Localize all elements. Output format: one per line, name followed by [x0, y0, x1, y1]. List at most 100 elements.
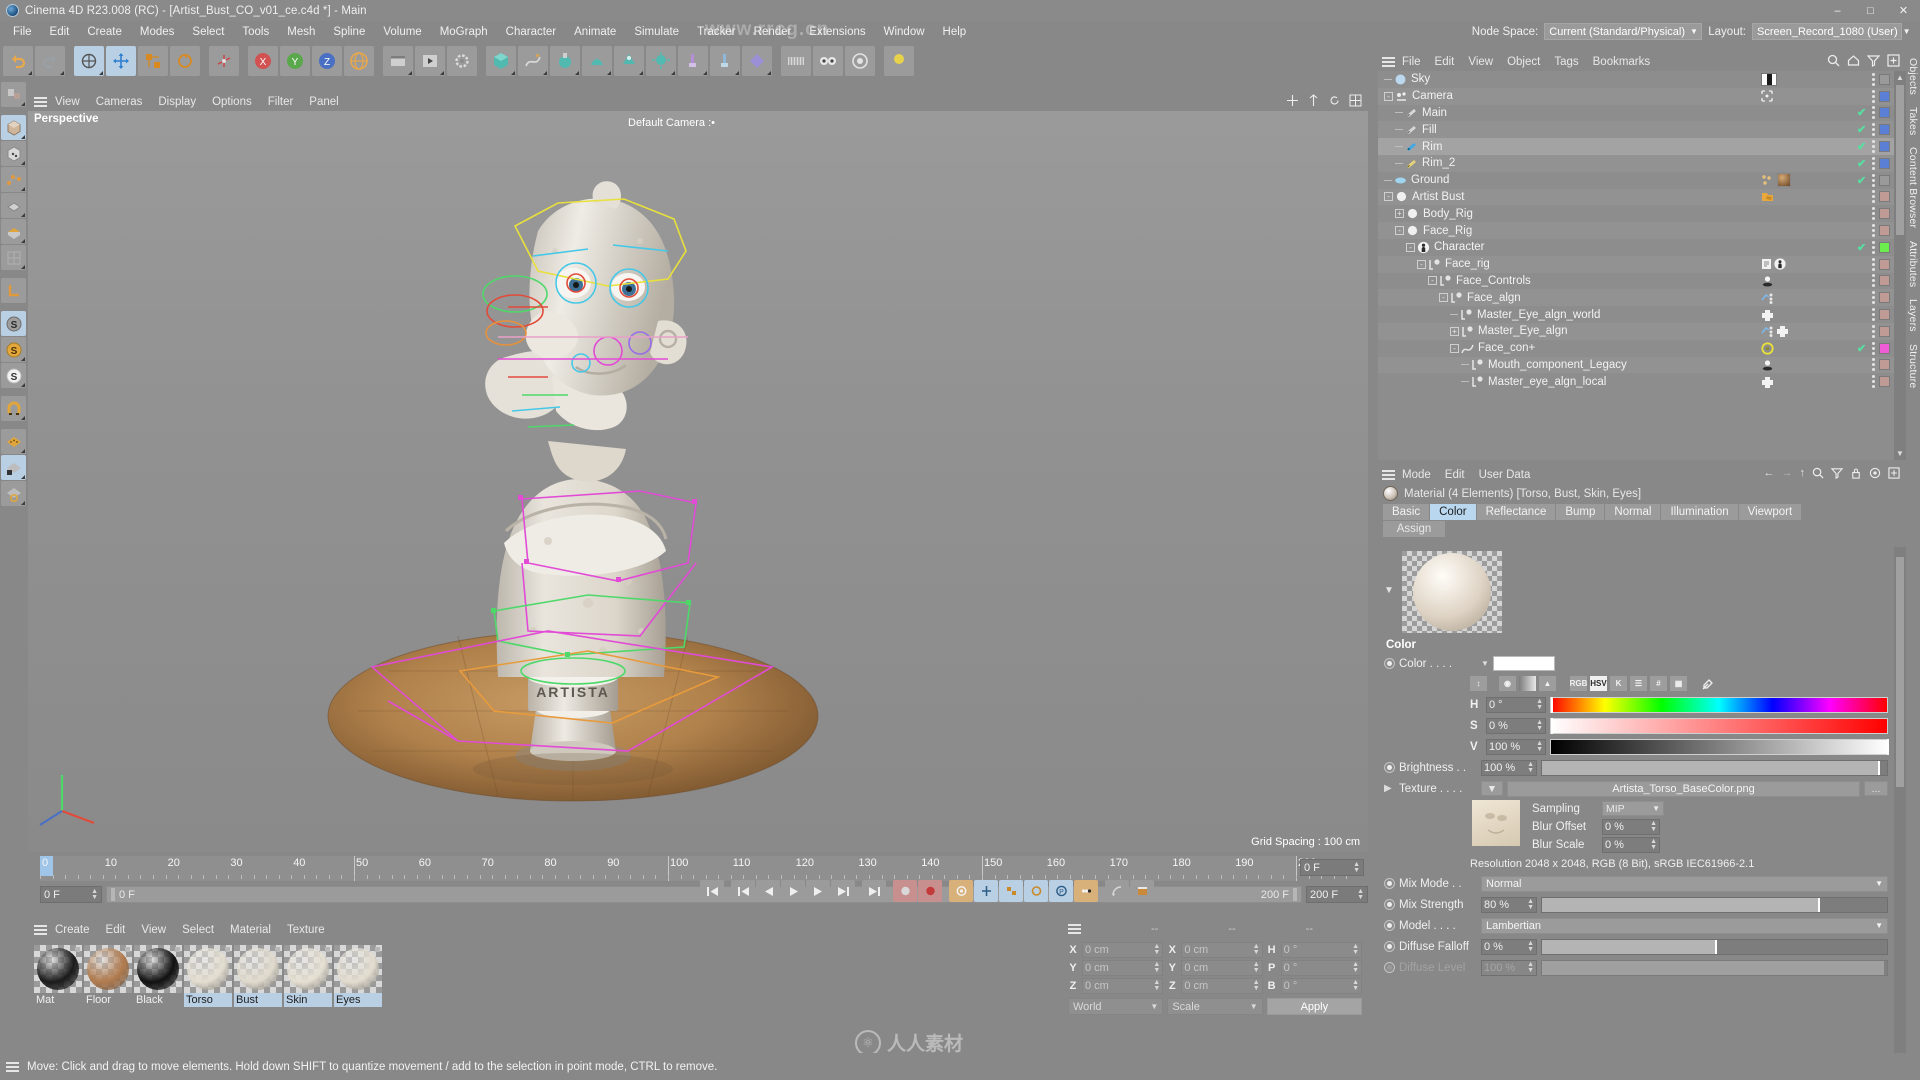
spinner-icon[interactable]: ▲ ▼: [1527, 761, 1534, 774]
layer-color-swatch[interactable]: [1879, 124, 1890, 136]
tree-expander[interactable]: -: [1384, 192, 1393, 202]
menu-item-create[interactable]: Create: [78, 24, 131, 40]
viewport-menu-item-view[interactable]: View: [47, 95, 88, 109]
object-tree-row[interactable]: Fill ✔: [1378, 121, 1894, 139]
move-viewport-icon[interactable]: [1286, 94, 1299, 107]
spinner-icon[interactable]: ▲ ▼: [1527, 898, 1534, 911]
menu-item-character[interactable]: Character: [497, 24, 566, 40]
hsv-field-h[interactable]: 0 ° ▲ ▼: [1486, 696, 1546, 713]
tree-expander[interactable]: -: [1439, 293, 1448, 303]
coord-field-size-y[interactable]: 0 cm ▲ ▼: [1181, 960, 1263, 976]
object-mode-button[interactable]: [1, 141, 26, 166]
color-mode-k[interactable]: K: [1610, 676, 1627, 691]
add-light-button[interactable]: [646, 46, 676, 76]
mix-strength-radio[interactable]: [1384, 899, 1395, 910]
material-swatch[interactable]: [184, 945, 232, 993]
axis-modify-button[interactable]: [1, 278, 26, 303]
menu-item-help[interactable]: Help: [934, 24, 976, 40]
expand-icon[interactable]: [1887, 54, 1900, 67]
object-tree-row[interactable]: Rim ✔: [1378, 138, 1894, 155]
material-swatch[interactable]: [284, 945, 332, 993]
layer-color-swatch[interactable]: [1879, 309, 1890, 321]
move-tool-button[interactable]: [106, 46, 136, 76]
workplane-reset-button[interactable]: [1, 481, 26, 506]
viewport-menu-hamburger-icon[interactable]: [34, 96, 47, 107]
con-tag-icon[interactable]: [1761, 292, 1774, 304]
keyframe-scale-button[interactable]: [999, 880, 1023, 902]
layer-color-swatch[interactable]: [1879, 359, 1890, 371]
layer-color-swatch[interactable]: [1879, 258, 1890, 270]
timeline-ruler[interactable]: 0 10 20 30 40 50 60 70 80 90 100 110 120 130 140 150 160…: [40, 856, 1348, 881]
visibility-dots-icon[interactable]: [1872, 123, 1875, 137]
material-swatch[interactable]: [34, 945, 82, 993]
add-floor-button[interactable]: [710, 46, 740, 76]
attribute-tab-illumination[interactable]: Illumination: [1661, 504, 1738, 520]
coord-field-rotation-h[interactable]: 0 ° ▲ ▼: [1280, 942, 1362, 958]
scrollbar-thumb[interactable]: [1896, 85, 1904, 235]
coord-field-position-z[interactable]: 0 cm ▲ ▼: [1082, 978, 1164, 994]
diffuse-falloff-radio[interactable]: [1384, 941, 1395, 952]
menu-item-edit[interactable]: Edit: [41, 24, 79, 40]
eyedropper-icon[interactable]: [1701, 677, 1715, 691]
spinner-icon[interactable]: ▲ ▼: [1253, 979, 1260, 992]
layer-color-swatch[interactable]: [1879, 191, 1890, 203]
spinner-icon[interactable]: ▲ ▼: [1536, 698, 1543, 711]
add-generator-button[interactable]: [550, 46, 580, 76]
visibility-dots-icon[interactable]: [1872, 341, 1875, 355]
pin-tag-icon[interactable]: [1761, 359, 1774, 371]
menu-item-modes[interactable]: Modes: [131, 24, 184, 40]
make-editable-button[interactable]: [1, 82, 26, 107]
spinner-icon[interactable]: ▲ ▼: [1353, 861, 1360, 874]
object-name[interactable]: Rim_2: [1422, 157, 1455, 169]
spinner-icon[interactable]: ▲ ▼: [1650, 820, 1657, 833]
simulation-mode-button[interactable]: [1130, 880, 1154, 902]
menu-item-simulate[interactable]: Simulate: [625, 24, 688, 40]
render-settings-button[interactable]: [447, 46, 477, 76]
object-tree-row[interactable]: - Face_rig: [1378, 255, 1894, 273]
material-menu-item-material[interactable]: Material: [222, 923, 279, 937]
menu-item-extensions[interactable]: Extensions: [800, 24, 874, 40]
coord-field-rotation-b[interactable]: 0 ° ▲ ▼: [1280, 978, 1362, 994]
object-tree-scrollbar[interactable]: ▲ ▼: [1894, 71, 1906, 460]
coord-field-size-z[interactable]: 0 cm ▲ ▼: [1181, 978, 1263, 994]
menu-item-render[interactable]: Render: [745, 24, 801, 40]
rotate-tool-button[interactable]: [170, 46, 200, 76]
prev-frame-button[interactable]: [756, 880, 780, 902]
visibility-dots-icon[interactable]: [1872, 358, 1875, 372]
dock-tab-takes[interactable]: Takes: [1906, 101, 1920, 141]
render-view-button[interactable]: [383, 46, 413, 76]
preview-collapse-icon[interactable]: ▼: [1384, 585, 1394, 596]
visibility-dots-icon[interactable]: [1872, 156, 1875, 170]
object-tree-row[interactable]: + Master_Eye_algn: [1378, 322, 1894, 340]
menu-item-window[interactable]: Window: [875, 24, 934, 40]
visibility-dots-icon[interactable]: [1872, 291, 1875, 305]
color-mode-swatches[interactable]: ▦: [1670, 676, 1687, 691]
diffuse-level-radio[interactable]: [1384, 962, 1395, 973]
axis-z-button[interactable]: Z: [312, 46, 342, 76]
spinner-icon[interactable]: ▲ ▼: [1153, 943, 1160, 956]
layer-color-swatch[interactable]: [1879, 174, 1890, 186]
sky-hdr-tag-icon[interactable]: [1761, 72, 1777, 86]
workplane-button[interactable]: [1, 429, 26, 454]
menu-item-file[interactable]: File: [4, 24, 41, 40]
forward-arrow-icon[interactable]: →: [1782, 467, 1793, 479]
maximize-button[interactable]: □: [1854, 0, 1887, 21]
object-name[interactable]: Sky: [1411, 73, 1430, 85]
spinner-icon[interactable]: ▲ ▼: [1352, 979, 1359, 992]
prev-key-button[interactable]: [731, 880, 755, 902]
hsv-slider-knob[interactable]: [1551, 717, 1553, 734]
mix-strength-slider[interactable]: [1541, 896, 1888, 913]
add-cube-button[interactable]: [486, 46, 516, 76]
dock-tab-content-browser[interactable]: Content Browser: [1906, 141, 1920, 234]
end-frame-field[interactable]: 200 F ▲ ▼: [1306, 886, 1368, 903]
folder-tag-icon[interactable]: [1761, 191, 1774, 203]
point-mode-button[interactable]: [1, 167, 26, 192]
visibility-check-icon[interactable]: ✔: [1857, 241, 1868, 254]
tree-expander[interactable]: +: [1450, 326, 1459, 336]
current-frame-field[interactable]: 0 F ▲ ▼: [40, 886, 102, 903]
object-name[interactable]: Camera: [1412, 90, 1453, 102]
layer-color-swatch[interactable]: [1879, 90, 1890, 102]
attribute-menu-hamburger-icon[interactable]: [1382, 469, 1395, 480]
add-environment-button[interactable]: [614, 46, 644, 76]
menu-item-volume[interactable]: Volume: [374, 24, 430, 40]
